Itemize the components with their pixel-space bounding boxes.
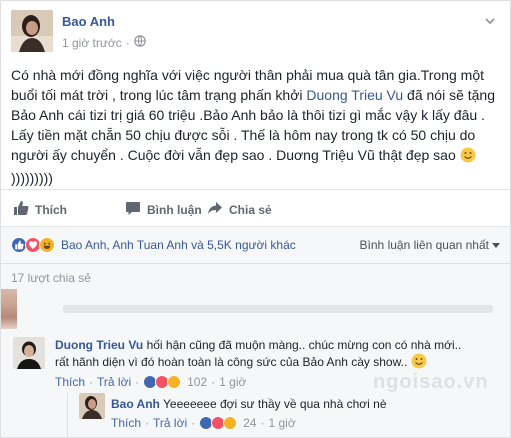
reactions-summary: Bao Anh, Anh Tuan Anh và 5,5K người khác… bbox=[1, 227, 510, 263]
haha-icon bbox=[167, 375, 182, 389]
post-author[interactable]: Bao Anh bbox=[62, 14, 115, 29]
reply-thread-line bbox=[67, 393, 68, 437]
post-line: Lấy tiền mặt chẵn 50 chịu được sỗi . Thế… bbox=[11, 127, 476, 143]
share-icon bbox=[207, 200, 223, 219]
post-line: ))))))))) bbox=[11, 170, 53, 186]
haha-icon bbox=[223, 416, 238, 430]
post-header: Bao Anh 1 giờ trước · bbox=[11, 10, 501, 54]
post-line: Có nhà mới đồng nghĩa với việc người thâ… bbox=[11, 67, 484, 83]
like-button[interactable]: Thích bbox=[13, 200, 67, 219]
comment-sort-dropdown[interactable]: Bình luận liên quan nhất bbox=[360, 238, 500, 252]
globe-icon bbox=[133, 35, 146, 50]
post-line: Bảo Anh cái tizi trị giá 60 triệu .Bảo A… bbox=[11, 107, 485, 123]
comment-like-link[interactable]: Thích bbox=[111, 416, 141, 430]
avatar[interactable] bbox=[79, 393, 105, 419]
comment-reply-link[interactable]: Trả lời bbox=[97, 375, 131, 389]
avatar[interactable] bbox=[13, 337, 45, 369]
comment-text: Duong Trieu Vu hối hận cũng đã muộn màng… bbox=[55, 337, 475, 373]
comment-like-link[interactable]: Thích bbox=[55, 375, 85, 389]
comment-author[interactable]: Duong Trieu Vu bbox=[55, 338, 143, 352]
comment-reactions[interactable] bbox=[199, 416, 238, 430]
blurred-text bbox=[63, 305, 493, 313]
comment-reply-link[interactable]: Trả lời bbox=[153, 416, 187, 430]
comment-reply-item: Bao Anh Yeeeeeee đợi sư thầy về qua nhà … bbox=[1, 393, 510, 437]
share-button[interactable]: Chia sẻ bbox=[207, 200, 272, 219]
comment-icon bbox=[125, 200, 141, 219]
reaction-names[interactable]: Bao Anh, Anh Tuan Anh và 5,5K người khác bbox=[61, 238, 296, 252]
post-line: buổi tối mát trời , trong lúc tâm trạng … bbox=[11, 87, 496, 103]
comment-button[interactable]: Bình luận bbox=[125, 200, 202, 219]
smile-emoji-icon bbox=[411, 353, 427, 373]
comment-author[interactable]: Bao Anh bbox=[111, 397, 160, 411]
comment-meta: Thích · Trả lời · 102 · 1 giờ bbox=[55, 375, 247, 389]
avatar[interactable] bbox=[11, 10, 53, 52]
caret-down-icon bbox=[492, 238, 500, 252]
comment-meta: Thích · Trả lời · 24 · 1 giờ bbox=[111, 416, 296, 430]
mention-link[interactable]: Duong Trieu Vu bbox=[306, 87, 403, 103]
post-text: Có nhà mới đồng nghĩa với việc người thâ… bbox=[11, 65, 499, 188]
post-card: Bao Anh 1 giờ trước · Có nhà mới đồng ng… bbox=[0, 0, 511, 438]
chevron-down-icon[interactable] bbox=[483, 14, 497, 28]
blurred-comment bbox=[1, 289, 510, 329]
post-meta: 1 giờ trước · bbox=[62, 35, 146, 50]
smile-emoji-icon bbox=[460, 147, 476, 168]
avatar bbox=[1, 289, 17, 329]
haha-icon[interactable] bbox=[39, 237, 55, 253]
comment-text: Bao Anh Yeeeeeee đợi sư thầy về qua nhà … bbox=[111, 397, 387, 411]
comment-reactions[interactable] bbox=[143, 375, 182, 389]
watermark: ngoisao.vn bbox=[373, 371, 489, 393]
thumbs-up-icon bbox=[13, 200, 29, 219]
shares-count: 17 lượt chia sẻ bbox=[1, 263, 510, 289]
post-time[interactable]: 1 giờ trước bbox=[62, 36, 122, 50]
post-line: người ấy chuyển . Cuộc đời vẫn đẹp sao .… bbox=[11, 145, 499, 168]
action-bar: Thích Bình luận Chia sẻ bbox=[1, 189, 510, 227]
